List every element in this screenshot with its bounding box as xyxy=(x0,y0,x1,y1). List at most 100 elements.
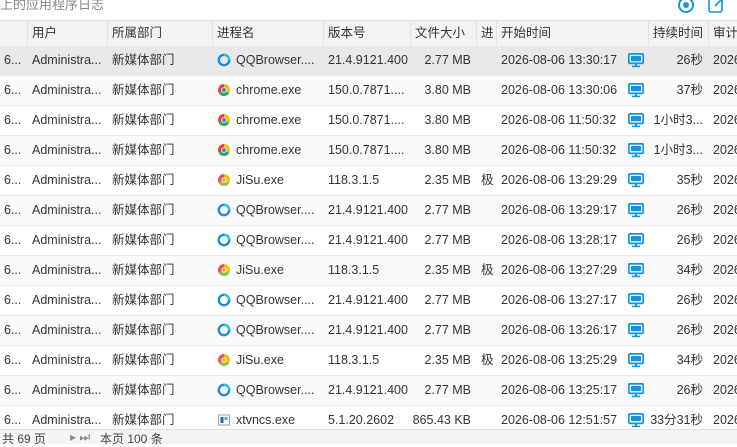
cell-id: 6... xyxy=(4,173,22,187)
cell-size: 2.77 MB xyxy=(424,203,471,217)
column-header-duration[interactable]: 持续时间 xyxy=(649,21,709,46)
cell-dept: 新媒体部门 xyxy=(112,293,175,307)
process-name: chrome.exe xyxy=(236,113,302,127)
cell-version: 21.4.9121.400 xyxy=(328,203,408,217)
monitor-icon[interactable] xyxy=(627,382,645,398)
cell-start-time: 2026-08-06 13:26:17 xyxy=(501,323,618,337)
cell-duration: 34秒 xyxy=(676,353,703,367)
monitor-icon[interactable] xyxy=(627,172,645,188)
cell-size: 2.77 MB xyxy=(424,383,471,397)
cell-version: 21.4.9121.400 xyxy=(328,293,408,307)
cell-audit: 2026 xyxy=(713,353,737,367)
cell-start-time: 2026-08-06 13:25:29 xyxy=(501,353,618,367)
qqbrowser-icon xyxy=(217,293,231,307)
column-header-process[interactable]: 进程名 xyxy=(213,21,324,46)
cell-duration: 26秒 xyxy=(676,323,703,337)
monitor-icon[interactable] xyxy=(627,352,645,368)
cell-process: QQBrowser.... xyxy=(213,46,324,75)
export-icon[interactable] xyxy=(707,0,725,14)
column-header-user[interactable]: 用户 xyxy=(28,21,108,46)
cell-start-time: 2026-08-06 13:30:06 xyxy=(501,83,618,97)
cell-size: 2.77 MB xyxy=(424,233,471,247)
table-row[interactable]: 6... Administra... 新媒体部门 JiSu.exe 118.3.… xyxy=(0,166,737,196)
cell-process-short xyxy=(477,286,497,315)
table-header: 用户 所属部门 进程名 版本号 文件大小 进 开始时间 持续时间 审计 xyxy=(0,20,737,47)
process-name: chrome.exe xyxy=(236,143,302,157)
table-row[interactable]: 6... Administra... 新媒体部门 QQBrowser.... 2… xyxy=(0,316,737,346)
cell-process-short xyxy=(477,76,497,105)
cell-id: 6... xyxy=(4,323,22,337)
cell-id: 6... xyxy=(4,203,22,217)
cell-start-time: 2026-08-06 13:28:17 xyxy=(501,233,618,247)
process-name: QQBrowser.... xyxy=(236,383,315,397)
column-header-process-short[interactable]: 进 xyxy=(477,21,497,46)
monitor-icon[interactable] xyxy=(627,412,645,428)
cell-size: 2.77 MB xyxy=(424,323,471,337)
jisu-browser-icon xyxy=(217,174,231,187)
table-row[interactable]: 6... Administra... 新媒体部门 JiSu.exe 118.3.… xyxy=(0,256,737,286)
cell-user: Administra... xyxy=(32,383,102,397)
cell-dept: 新媒体部门 xyxy=(112,83,175,97)
cell-audit: 2026 xyxy=(713,113,737,127)
column-header-id[interactable] xyxy=(0,21,28,46)
table-row[interactable]: 6... Administra... 新媒体部门 QQBrowser.... 2… xyxy=(0,196,737,226)
cell-process-short xyxy=(477,196,497,225)
cell-version: 118.3.1.5 xyxy=(328,263,380,277)
table-row[interactable]: 6... Administra... 新媒体部门 chrome.exe 150.… xyxy=(0,136,737,166)
monitor-icon[interactable] xyxy=(627,262,645,278)
cell-process-short xyxy=(477,136,497,165)
cell-user: Administra... xyxy=(32,323,102,337)
cell-audit: 2026 xyxy=(713,83,737,97)
column-header-dept[interactable]: 所属部门 xyxy=(108,21,213,46)
cell-version: 118.3.1.5 xyxy=(328,173,380,187)
cell-version: 21.4.9121.400 xyxy=(328,53,408,67)
cell-process-short: 极 xyxy=(481,353,494,367)
jisu-browser-icon xyxy=(217,264,231,277)
cell-version: 150.0.7871.... xyxy=(328,113,405,127)
column-header-version[interactable]: 版本号 xyxy=(324,21,411,46)
monitor-icon[interactable] xyxy=(627,82,645,98)
cell-dept: 新媒体部门 xyxy=(112,53,175,67)
qqbrowser-icon xyxy=(217,233,231,247)
monitor-icon[interactable] xyxy=(627,202,645,218)
cell-process-short: 极 xyxy=(481,263,494,277)
cell-duration: 34秒 xyxy=(676,263,703,277)
process-name: xtvncs.exe xyxy=(236,413,296,427)
cell-audit: 2026 xyxy=(713,293,737,307)
monitor-icon[interactable] xyxy=(627,232,645,248)
cell-id: 6... xyxy=(4,233,22,247)
table-row[interactable]: 6... Administra... 新媒体部门 chrome.exe 150.… xyxy=(0,76,737,106)
cell-version: 150.0.7871.... xyxy=(328,83,405,97)
cell-audit: 2026 xyxy=(713,263,737,277)
cell-audit: 2026 xyxy=(713,203,737,217)
cell-start-time: 2026-08-06 13:27:29 xyxy=(501,263,618,277)
monitor-icon[interactable] xyxy=(627,322,645,338)
cell-user: Administra... xyxy=(32,353,102,367)
table-row[interactable]: 6... Administra... 新媒体部门 QQBrowser.... 2… xyxy=(0,226,737,256)
cell-duration: 26秒 xyxy=(676,233,703,247)
cell-user: Administra... xyxy=(32,233,102,247)
cell-process: QQBrowser.... xyxy=(213,316,324,345)
table-row[interactable]: 6... Administra... 新媒体部门 QQBrowser.... 2… xyxy=(0,376,737,406)
cell-process: JiSu.exe xyxy=(213,256,324,285)
monitor-icon[interactable] xyxy=(627,112,645,128)
column-header-start-time[interactable]: 开始时间 xyxy=(497,21,649,46)
cell-process-short xyxy=(477,376,497,405)
refresh-icon[interactable] xyxy=(677,0,695,14)
monitor-icon[interactable] xyxy=(627,52,645,68)
cell-id: 6... xyxy=(4,293,22,307)
cell-id: 6... xyxy=(4,263,22,277)
cell-size: 3.80 MB xyxy=(424,143,471,157)
table-row[interactable]: 6... Administra... 新媒体部门 chrome.exe 150.… xyxy=(0,106,737,136)
table-row[interactable]: 6... Administra... 新媒体部门 QQBrowser.... 2… xyxy=(0,286,737,316)
page-size[interactable]: 本页 100 条 xyxy=(100,430,163,447)
cell-process: chrome.exe xyxy=(213,76,324,105)
monitor-icon[interactable] xyxy=(627,292,645,308)
table-row[interactable]: 6... Administra... 新媒体部门 JiSu.exe 118.3.… xyxy=(0,346,737,376)
window-title-bar: 上的应用程序日志 xyxy=(0,0,737,18)
table-row[interactable]: 6... Administra... 新媒体部门 QQBrowser.... 2… xyxy=(0,46,737,76)
column-header-size[interactable]: 文件大小 xyxy=(411,21,477,46)
cell-audit: 2026 xyxy=(713,233,737,247)
column-header-audit[interactable]: 审计 xyxy=(709,21,737,46)
monitor-icon[interactable] xyxy=(627,142,645,158)
